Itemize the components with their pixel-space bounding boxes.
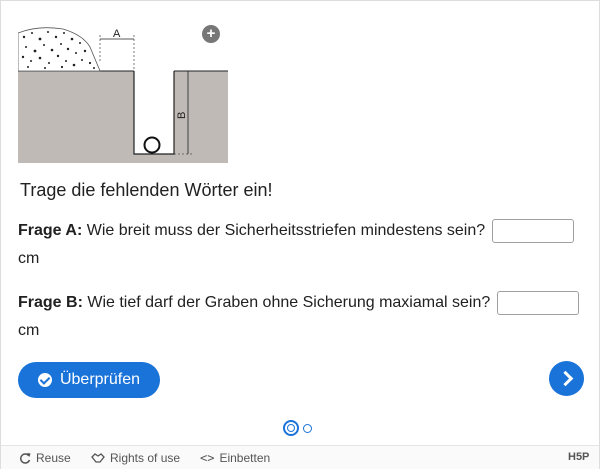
question-b-unit: cm: [18, 322, 40, 339]
question-b-text: Wie tief darf der Graben ohne Sicherung …: [87, 294, 491, 311]
dimension-a-label: A: [113, 28, 121, 40]
slide-dot-current[interactable]: [283, 420, 299, 436]
next-slide-button[interactable]: [549, 361, 584, 396]
check-circle-icon: [37, 373, 52, 387]
rights-of-use-label: Rights of use: [110, 451, 181, 465]
footer-bar: Reuse Rights of use <> Einbetten H5P: [1, 445, 599, 469]
embed-button[interactable]: <> Einbetten: [200, 451, 270, 465]
check-button-label: Überprüfen: [59, 371, 141, 388]
trench-illustration: A B: [18, 27, 228, 163]
question-a-unit: cm: [18, 250, 40, 267]
reuse-label: Reuse: [36, 451, 71, 465]
slide-dot[interactable]: [303, 423, 312, 433]
question-b-input[interactable]: [496, 290, 579, 315]
embed-label: Einbetten: [219, 451, 271, 465]
zoom-image-button[interactable]: +: [202, 25, 220, 43]
handshake-icon: [91, 453, 105, 463]
rights-of-use-button[interactable]: Rights of use: [91, 451, 180, 465]
question-a-input[interactable]: [491, 218, 574, 243]
question-b: Frage B: Wie tief darf der Graben ohne S…: [18, 289, 583, 345]
question-a-text: Wie breit muss der Sicherheitsstriefen m…: [86, 222, 486, 239]
task-description: Trage die fehlenden Wörter ein!: [20, 180, 273, 200]
check-button[interactable]: Überprüfen: [18, 362, 160, 398]
reuse-button[interactable]: Reuse: [19, 451, 71, 465]
content-frame: A B + Trage die fehlenden Wörter ein! Fr…: [0, 0, 600, 469]
h5p-logo[interactable]: H5P: [568, 451, 589, 463]
slide-indicator: [283, 420, 312, 436]
reuse-icon: [20, 453, 31, 464]
question-a: Frage A: Wie breit muss der Sicherheitss…: [18, 217, 583, 273]
question-a-label: Frage A:: [18, 222, 83, 239]
dimension-b-label: B: [176, 112, 188, 119]
code-icon: <>: [200, 451, 215, 465]
question-b-label: Frage B:: [18, 294, 83, 311]
